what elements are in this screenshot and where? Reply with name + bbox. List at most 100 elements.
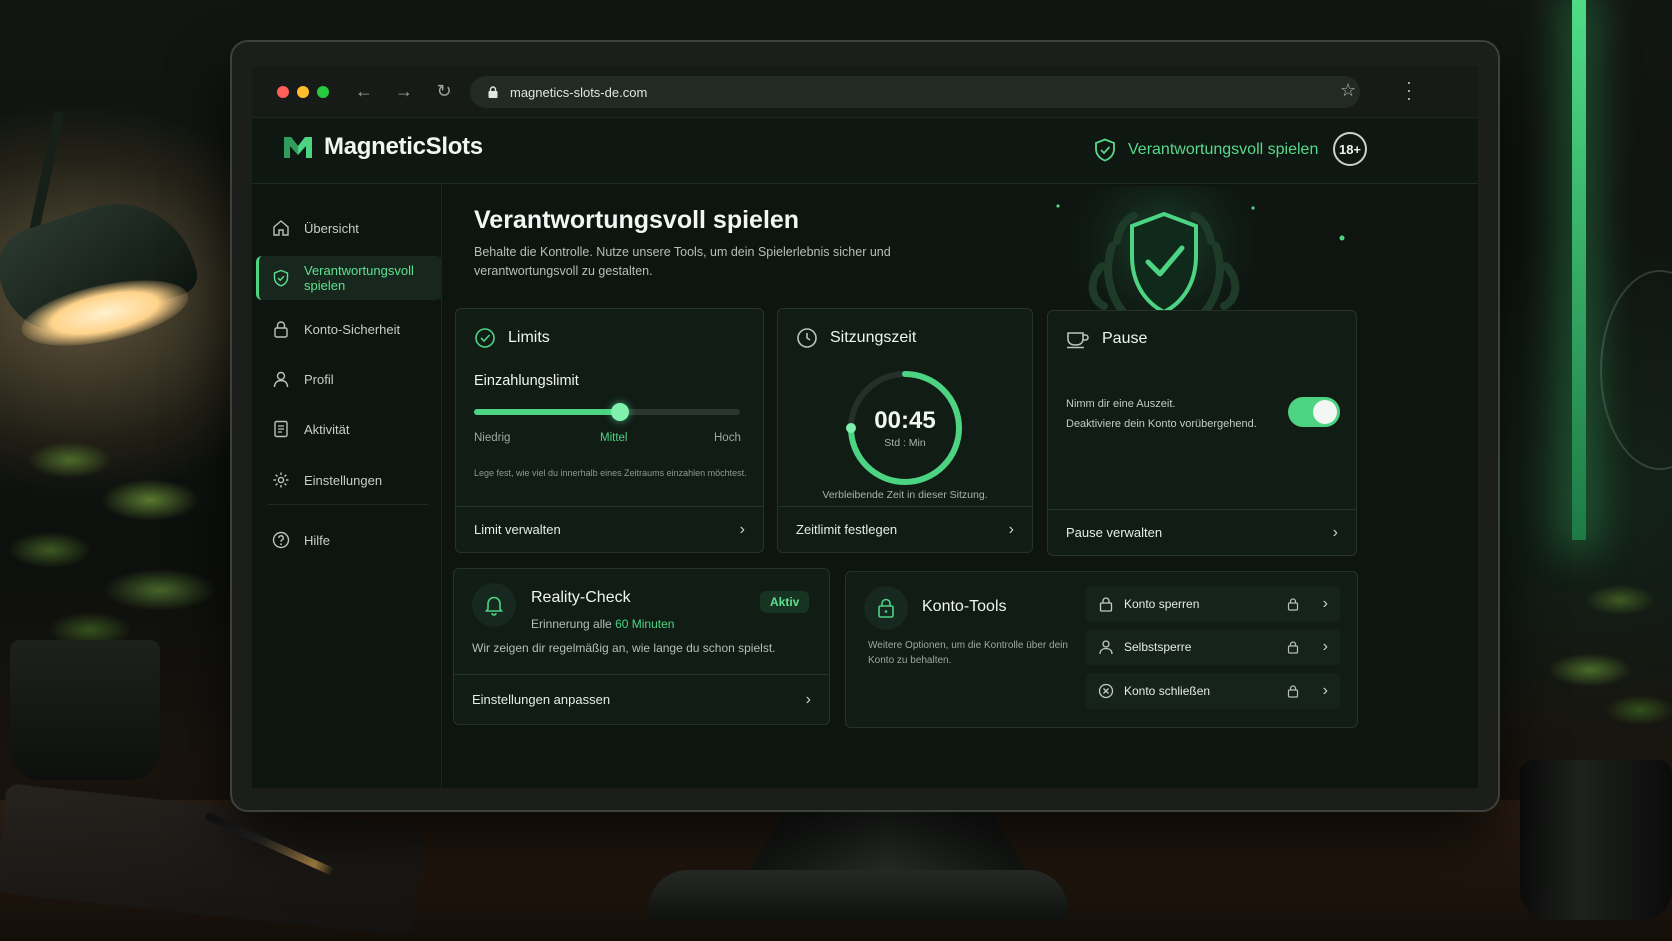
- manage-pause-label: Pause verwalten: [1066, 525, 1163, 540]
- reminder-interval: 60 Minuten: [615, 617, 675, 631]
- manage-limit-link[interactable]: Limit verwalten ›: [456, 506, 763, 552]
- help-icon: [272, 531, 290, 549]
- level-low-label: Niedrig: [474, 432, 511, 444]
- lock-icon-wrap: [864, 586, 908, 630]
- shield-check-icon: [1095, 138, 1115, 162]
- document-icon: [274, 420, 288, 438]
- app-header: MagneticSlots Verantwortungsvoll spielen…: [252, 118, 1478, 184]
- sidebar-item-profile[interactable]: Profil: [256, 357, 442, 401]
- sidebar-item-help[interactable]: Hilfe: [256, 518, 442, 562]
- sidebar-item-label: Profil: [304, 371, 334, 387]
- sidebar-item-account-security[interactable]: Konto-Sicherheit: [256, 307, 442, 351]
- limits-title: Limits: [508, 329, 550, 346]
- pause-toggle[interactable]: [1288, 397, 1340, 427]
- magnet-logo-icon: [284, 137, 312, 158]
- close-account-row[interactable]: Konto schließen ›: [1086, 673, 1340, 709]
- screen: ← → ↻ magnetics-slots-de.com ☆ · · · Magne…: [252, 66, 1478, 788]
- forward-icon[interactable]: →: [395, 81, 413, 102]
- limits-card: Limits Einzahlungslimit Niedrig Mittel H…: [455, 308, 764, 553]
- sidebar-item-responsible-gaming[interactable]: Verantwortungsvoll spielen: [256, 256, 442, 300]
- user-icon: [273, 371, 289, 388]
- sidebar-item-label: Verantwortungsvoll spielen: [304, 263, 414, 293]
- deposit-limit-label: Einzahlungslimit: [474, 373, 579, 389]
- sidebar-item-settings[interactable]: Einstellungen: [256, 458, 442, 502]
- chevron-right-icon: ›: [1322, 682, 1328, 699]
- clock-icon: [797, 328, 817, 348]
- bookmark-star-icon[interactable]: ☆: [1340, 80, 1356, 101]
- manage-pause-link[interactable]: Pause verwalten ›: [1048, 509, 1356, 555]
- adjust-settings-link[interactable]: Einstellungen anpassen ›: [454, 674, 829, 724]
- manage-limit-label: Limit verwalten: [474, 522, 561, 537]
- sidebar-item-label: Einstellungen: [304, 472, 383, 488]
- sidebar-item-overview[interactable]: Übersicht: [256, 206, 442, 250]
- window-controls: [277, 85, 329, 98]
- slider-handle[interactable]: [611, 403, 630, 421]
- user-icon: [1099, 640, 1113, 655]
- lock-icon: [1099, 597, 1113, 612]
- browser-toolbar: ← → ↻ magnetics-slots-de.com ☆ · · ·: [252, 66, 1478, 118]
- level-high-label: Hoch: [714, 432, 741, 444]
- url-text: magnetics-slots-de.com: [510, 84, 648, 100]
- brand-logo[interactable]: MagneticSlots: [282, 133, 483, 161]
- page-title: Verantwortungsvoll spielen: [474, 206, 800, 234]
- sidebar-item-label: Hilfe: [304, 532, 331, 548]
- pause-title: Pause: [1102, 330, 1148, 347]
- plant-pot: [10, 640, 160, 780]
- status-badge: Aktiv: [760, 591, 810, 613]
- lock-icon: [274, 321, 288, 338]
- padlock-icon: [1287, 685, 1298, 698]
- back-icon[interactable]: ←: [355, 81, 373, 102]
- sidebar-item-label: Konto-Sicherheit: [304, 321, 401, 337]
- age-badge: 18+: [1333, 132, 1367, 166]
- browser-menu-icon[interactable]: · · ·: [1406, 73, 1412, 107]
- account-tools-card: Konto-Tools Weitere Optionen, um die Kon…: [845, 571, 1358, 728]
- gear-icon: [273, 472, 289, 488]
- responsible-gaming-badge[interactable]: Verantwortungsvoll spielen: [1094, 138, 1318, 162]
- deposit-limit-slider[interactable]: [474, 403, 740, 421]
- session-note: Verbleibende Zeit in dieser Sitzung.: [822, 489, 988, 501]
- chevron-right-icon: ›: [1322, 638, 1328, 655]
- session-time-unit: Std : Min: [884, 437, 926, 449]
- pause-card: Pause Nimm dir eine Auszeit. Deaktiviere…: [1047, 310, 1357, 556]
- lock-account-row[interactable]: Konto sperren ›: [1086, 586, 1340, 622]
- lock-icon: [488, 86, 498, 98]
- lock-account-label: Konto sperren: [1124, 597, 1200, 611]
- chevron-right-icon: ›: [805, 690, 811, 708]
- green-light-strip: [1572, 0, 1586, 540]
- close-window-button[interactable]: [277, 85, 289, 98]
- coffee-cup-icon: [1067, 332, 1089, 349]
- bell-icon: [484, 596, 504, 616]
- pause-line-1: Nimm dir eine Auszeit.: [1066, 398, 1176, 410]
- minimize-window-button[interactable]: [297, 85, 309, 98]
- sidebar: Übersicht Verantwortungsvoll spielen Kon…: [252, 184, 442, 788]
- session-card-header: Sitzungszeit: [796, 327, 916, 349]
- reminder-prefix: Erinnerung alle: [531, 617, 612, 631]
- reality-check-description: Wir zeigen dir regelmäßig an, wie lange …: [472, 641, 776, 655]
- maximize-window-button[interactable]: [317, 85, 329, 98]
- check-circle-icon: [475, 328, 495, 348]
- sidebar-item-activity[interactable]: Aktivität: [256, 407, 442, 451]
- sidebar-divider: [268, 504, 428, 505]
- reminder-text: Erinnerung alle 60 Minuten: [531, 617, 674, 631]
- home-icon: [273, 220, 289, 236]
- adjust-settings-label: Einstellungen anpassen: [472, 692, 611, 707]
- set-time-limit-link[interactable]: Zeitlimit festlegen ›: [778, 506, 1032, 552]
- pause-card-header: Pause: [1066, 329, 1147, 349]
- close-account-label: Konto schließen: [1124, 684, 1211, 698]
- padlock-icon: [1287, 641, 1298, 654]
- chevron-right-icon: ›: [1008, 520, 1014, 538]
- badge-label: Verantwortungsvoll spielen: [1128, 141, 1319, 158]
- brand-name: MagneticSlots: [324, 133, 483, 160]
- shield-icon: [273, 269, 289, 287]
- self-exclusion-label: Selbstsperre: [1124, 640, 1192, 654]
- reality-check-title: Reality-Check: [531, 589, 631, 606]
- level-medium-label: Mittel: [600, 432, 628, 444]
- lock-icon: [878, 598, 894, 618]
- reload-icon[interactable]: ↻: [435, 81, 453, 102]
- sidebar-item-label: Übersicht: [304, 220, 359, 236]
- session-time-value: 00:45: [874, 407, 936, 434]
- self-exclusion-row[interactable]: Selbstsperre ›: [1086, 629, 1340, 665]
- toggle-knob: [1313, 400, 1337, 424]
- address-bar[interactable]: magnetics-slots-de.com: [470, 76, 1360, 108]
- chevron-right-icon: ›: [1332, 523, 1338, 541]
